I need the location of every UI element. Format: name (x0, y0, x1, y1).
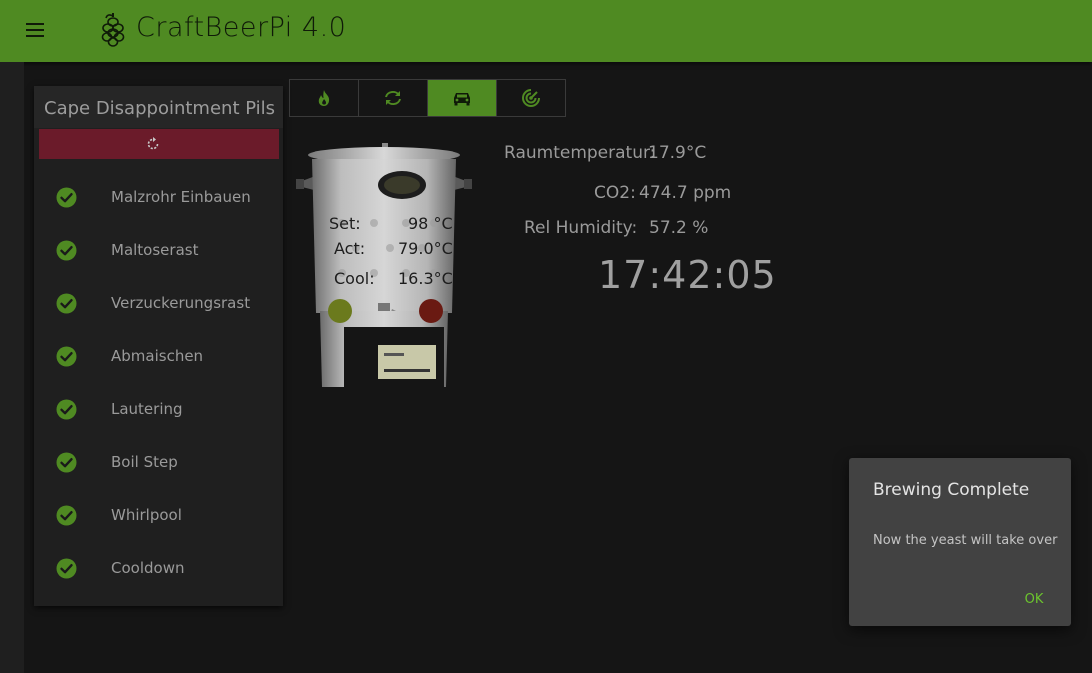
step-item: Whirlpool (34, 488, 283, 541)
tab-radar[interactable] (497, 80, 565, 116)
ok-button[interactable]: OK (1015, 586, 1053, 614)
dialog-title: Brewing Complete (873, 480, 1030, 500)
hop-icon (101, 13, 125, 47)
kettle-act-label: Act: (334, 239, 366, 258)
check-circle-icon (56, 505, 77, 526)
step-label: Lautering (111, 400, 183, 418)
kettle-cool-value: 16.3°C (398, 269, 453, 288)
co2-label: CO2: (594, 183, 636, 203)
step-label: Whirlpool (111, 506, 182, 524)
brew-kettle: Set: 98 °C Act: 79.0°C Cool: 16.3°C (294, 143, 474, 391)
room-temperature-label: Raumtemperatur: (504, 143, 656, 163)
tab-flame[interactable] (290, 80, 359, 116)
brewing-complete-dialog: Brewing Complete Now the yeast will take… (849, 458, 1071, 626)
check-circle-icon (56, 399, 77, 420)
hamburger-menu-icon[interactable] (22, 18, 50, 42)
step-item: Cooldown (34, 541, 283, 594)
radar-icon (522, 89, 540, 107)
kettle-act-value: 79.0°C (398, 239, 453, 258)
dialog-message: Now the yeast will take over (873, 533, 1058, 548)
check-circle-icon (56, 240, 77, 261)
check-circle-icon (56, 293, 77, 314)
step-item: Maltoserast (34, 223, 283, 276)
heater-status-led (328, 299, 352, 323)
step-item: Malzrohr Einbauen (34, 170, 283, 223)
kettle-cool-label: Cool: (334, 269, 375, 288)
co2-value: 474.7 ppm (639, 183, 732, 203)
brew-steps-panel: Cape Disappointment Pils Malzrohr Einbau… (34, 86, 283, 606)
step-label: Abmaischen (111, 347, 204, 365)
dashboard-tabs (289, 79, 566, 117)
room-temperature-value: 17.9°C (648, 143, 707, 163)
check-circle-icon (56, 558, 77, 579)
check-circle-icon (56, 452, 77, 473)
check-circle-icon (56, 187, 77, 208)
step-label: Cooldown (111, 559, 185, 577)
car-icon (454, 93, 470, 106)
reset-steps-button[interactable] (39, 129, 279, 159)
recipe-title: Cape Disappointment Pils (34, 86, 283, 128)
clock: 17:42:05 (598, 253, 777, 297)
pump-status-led (419, 299, 443, 323)
step-label: Maltoserast (111, 241, 199, 259)
step-item: Boil Step (34, 435, 283, 488)
kettle-set-value: 98 °C (408, 214, 453, 233)
app-header: CraftBeerPi 4.0 (0, 0, 1092, 62)
sync-icon (385, 91, 401, 105)
tab-car[interactable] (428, 80, 497, 116)
side-rail (0, 62, 24, 673)
humidity-label: Rel Humidity: (524, 218, 638, 238)
step-label: Verzuckerungsrast (111, 294, 251, 312)
flame-icon (318, 90, 330, 106)
step-item: Abmaischen (34, 329, 283, 382)
tab-sync[interactable] (359, 80, 428, 116)
step-item: Verzuckerungsrast (34, 276, 283, 329)
check-circle-icon (56, 346, 77, 367)
refresh-icon (147, 137, 159, 150)
step-label: Boil Step (111, 453, 178, 471)
step-list: Malzrohr Einbauen Maltoserast Verzuckerung… (34, 170, 283, 594)
humidity-value: 57.2 % (649, 218, 709, 238)
step-item: Lautering (34, 382, 283, 435)
app-title: CraftBeerPi 4.0 (136, 12, 347, 43)
kettle-set-label: Set: (329, 214, 361, 233)
kettle-illustration (296, 143, 472, 387)
step-label: Malzrohr Einbauen (111, 188, 251, 206)
